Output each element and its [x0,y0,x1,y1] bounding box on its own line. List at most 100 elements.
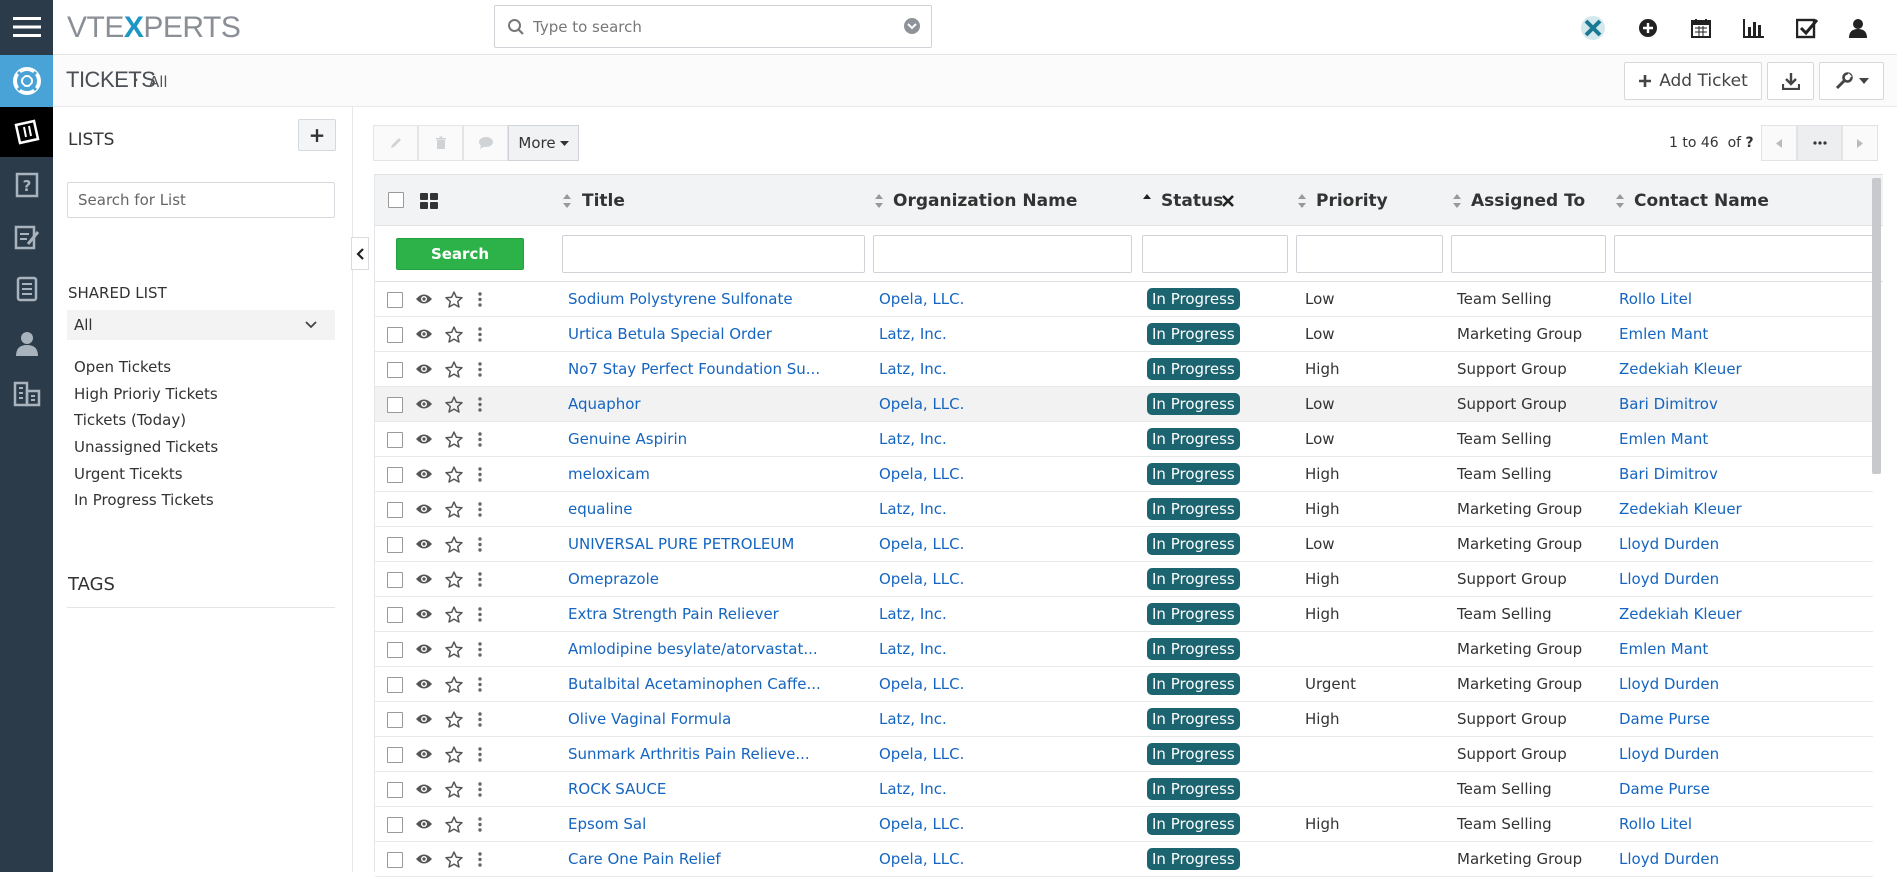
row-title-link[interactable]: Olive Vaginal Formula [568,710,731,728]
delete-button[interactable] [418,125,463,161]
row-organization-link[interactable]: Latz, Inc. [879,780,947,798]
filter-organization-input[interactable] [873,235,1132,273]
row-actions-kebab-icon[interactable] [478,502,482,517]
row-actions-kebab-icon[interactable] [478,432,482,447]
edit-button[interactable] [373,125,418,161]
eye-icon[interactable] [415,433,433,445]
row-contact-link[interactable]: Lloyd Durden [1619,675,1719,693]
organizations-building-icon[interactable] [0,377,53,411]
row-checkbox[interactable] [387,852,403,868]
table-row[interactable]: Extra Strength Pain Reliever Latz, Inc. In… [375,597,1873,632]
row-title-link[interactable]: Amlodipine besylate/atorvastat... [568,640,818,658]
filter-assigned-input[interactable] [1451,235,1606,273]
eye-icon[interactable] [415,468,433,480]
page-jump-button[interactable] [1797,125,1842,161]
collapse-panel-button[interactable] [351,237,369,270]
row-checkbox[interactable] [387,467,403,483]
row-checkbox[interactable] [387,502,403,518]
sort-icon[interactable] [875,194,883,208]
row-organization-link[interactable]: Latz, Inc. [879,430,947,448]
row-actions-kebab-icon[interactable] [478,572,482,587]
eye-icon[interactable] [415,678,433,690]
hamburger-menu-icon[interactable] [0,10,53,44]
table-row[interactable]: Epsom Sal Opela, LLC. In Progress High Team … [375,807,1873,842]
row-contact-link[interactable]: Emlen Mant [1619,325,1708,343]
row-organization-link[interactable]: Latz, Inc. [879,710,947,728]
column-contact-name[interactable]: Contact Name [1634,191,1769,211]
table-row[interactable]: UNIVERSAL PURE PETROLEUM Opela, LLC. In Pr… [375,527,1873,562]
row-contact-link[interactable]: Zedekiah Kleuer [1619,605,1742,623]
star-icon[interactable] [445,291,463,308]
row-title-link[interactable]: Epsom Sal [568,815,646,833]
row-title-link[interactable]: equaline [568,500,633,518]
row-actions-kebab-icon[interactable] [478,607,482,622]
star-icon[interactable] [445,816,463,833]
row-checkbox[interactable] [387,782,403,798]
sort-icon[interactable] [1298,194,1306,208]
column-organization[interactable]: Organization Name [893,191,1077,211]
contracts-icon[interactable] [0,272,53,306]
row-actions-kebab-icon[interactable] [478,537,482,552]
star-icon[interactable] [445,676,463,693]
row-organization-link[interactable]: Opela, LLC. [879,535,964,553]
filter-priority-input[interactable] [1296,235,1443,273]
star-icon[interactable] [445,851,463,868]
row-checkbox[interactable] [387,572,403,588]
table-row[interactable]: Sunmark Arthritis Pain Relieve... Opela, … [375,737,1873,772]
row-title-link[interactable]: Butalbital Acetaminophen Caffe... [568,675,821,693]
list-item-open-tickets[interactable]: Open Tickets [74,358,171,376]
row-checkbox[interactable] [387,677,403,693]
plus-circle-icon[interactable] [1634,14,1662,42]
row-organization-link[interactable]: Latz, Inc. [879,500,947,518]
row-organization-link[interactable]: Opela, LLC. [879,850,964,868]
add-list-button[interactable]: + [298,119,336,151]
row-organization-link[interactable]: Opela, LLC. [879,395,964,413]
table-scrollbar[interactable] [1872,178,1881,474]
row-organization-link[interactable]: Opela, LLC. [879,290,964,308]
next-page-button[interactable] [1842,125,1878,161]
row-actions-kebab-icon[interactable] [478,747,482,762]
row-actions-kebab-icon[interactable] [478,852,482,867]
sort-ascending-icon[interactable] [1143,194,1151,202]
row-actions-kebab-icon[interactable] [478,467,482,482]
row-organization-link[interactable]: Opela, LLC. [879,465,964,483]
row-checkbox[interactable] [387,607,403,623]
row-title-link[interactable]: No7 Stay Perfect Foundation Su... [568,360,820,378]
eye-icon[interactable] [415,573,433,585]
row-checkbox[interactable] [387,817,403,833]
row-contact-link[interactable]: Dame Purse [1619,780,1710,798]
table-row[interactable]: Butalbital Acetaminophen Caffe... Opela, … [375,667,1873,702]
row-contact-link[interactable]: Rollo Litel [1619,290,1692,308]
list-search-input[interactable] [67,182,335,218]
row-checkbox[interactable] [387,537,403,553]
star-icon[interactable] [445,431,463,448]
star-icon[interactable] [445,781,463,798]
user-profile-icon[interactable] [1844,14,1872,42]
row-actions-kebab-icon[interactable] [478,292,482,307]
column-settings-grid-icon[interactable] [420,193,438,209]
star-icon[interactable] [445,606,463,623]
select-all-checkbox[interactable] [388,192,404,208]
table-row[interactable]: Olive Vaginal Formula Latz, Inc. In Progre… [375,702,1873,737]
row-actions-kebab-icon[interactable] [478,782,482,797]
row-actions-kebab-icon[interactable] [478,677,482,692]
import-download-button[interactable] [1767,62,1814,100]
documents-icon[interactable] [0,220,53,254]
faq-icon[interactable]: ? [0,168,53,202]
shared-list-selected-all[interactable]: All [67,310,335,340]
star-icon[interactable] [445,466,463,483]
sort-icon[interactable] [563,194,571,208]
row-contact-link[interactable]: Emlen Mant [1619,640,1708,658]
table-row[interactable]: No7 Stay Perfect Foundation Su... Latz, I… [375,352,1873,387]
star-icon[interactable] [445,536,463,553]
row-actions-kebab-icon[interactable] [478,642,482,657]
bar-chart-icon[interactable] [1740,14,1768,42]
star-icon[interactable] [445,501,463,518]
row-organization-link[interactable]: Opela, LLC. [879,815,964,833]
filter-title-input[interactable] [562,235,865,273]
checkbox-tasks-icon[interactable] [1793,14,1821,42]
eye-icon[interactable] [415,608,433,620]
calendar-icon[interactable] [1687,14,1715,42]
row-organization-link[interactable]: Opela, LLC. [879,570,964,588]
list-item-high-priority[interactable]: High Prioriy Tickets [74,385,218,403]
